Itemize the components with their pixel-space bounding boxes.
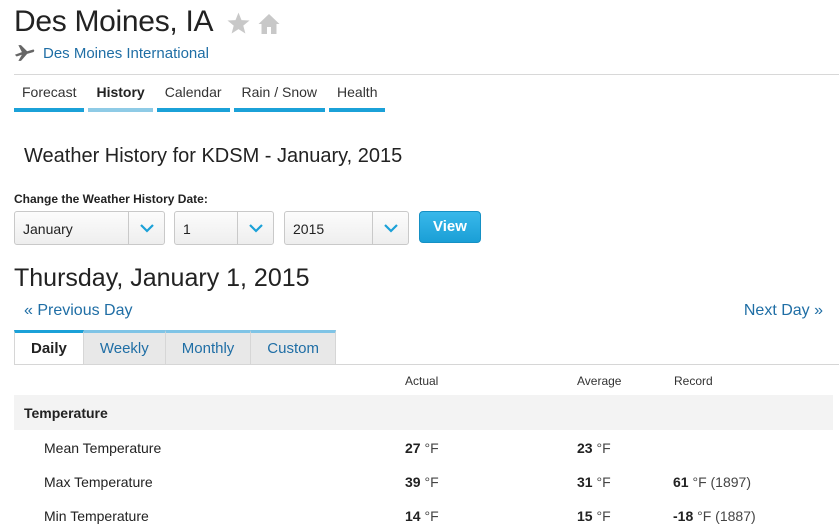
actual-value: 39 — [405, 474, 421, 490]
actual-cell: 14 °F — [405, 508, 439, 524]
table-section-row: Temperature — [14, 395, 833, 430]
nav-history[interactable]: History — [88, 84, 153, 112]
record-year: (1887) — [715, 508, 756, 524]
day-select-value: 1 — [183, 221, 191, 237]
row-label: Min Temperature — [44, 508, 149, 524]
day-select[interactable]: 1 — [174, 211, 274, 245]
unit: °F — [596, 440, 611, 456]
page-title: Des Moines, IA — [14, 5, 214, 38]
record-value: 61 — [673, 474, 689, 490]
column-header-actual: Actual — [405, 374, 439, 388]
average-cell: 23 °F — [577, 440, 611, 456]
home-icon[interactable] — [257, 12, 281, 36]
unit: °F — [692, 474, 707, 490]
airport-row: Des Moines International — [14, 43, 209, 63]
actual-value: 27 — [405, 440, 421, 456]
unit: °F — [424, 508, 439, 524]
tab-daily[interactable]: Daily — [14, 330, 84, 365]
unit: °F — [596, 474, 611, 490]
row-label: Max Temperature — [44, 474, 153, 490]
airplane-icon — [14, 45, 35, 61]
chevron-down-icon[interactable] — [237, 212, 273, 244]
column-header-average: Average — [577, 374, 622, 388]
section-nav: Forecast History Calendar Rain / Snow He… — [14, 84, 389, 112]
date-heading: Thursday, January 1, 2015 — [14, 264, 310, 292]
date-form-label: Change the Weather History Date: — [14, 192, 208, 206]
month-select[interactable]: January — [14, 211, 165, 245]
month-select-value: January — [23, 221, 73, 237]
average-cell: 15 °F — [577, 508, 611, 524]
next-day-link[interactable]: Next Day » — [744, 302, 823, 320]
tab-custom[interactable]: Custom — [251, 330, 336, 365]
chevron-down-icon[interactable] — [372, 212, 408, 244]
tab-weekly[interactable]: Weekly — [83, 330, 166, 365]
period-tabs: Daily Weekly Monthly Custom — [14, 330, 336, 365]
history-heading: Weather History for KDSM - January, 2015 — [24, 145, 403, 167]
unit: °F — [697, 508, 712, 524]
actual-value: 14 — [405, 508, 421, 524]
record-cell: 61 °F (1897) — [673, 474, 751, 490]
unit: °F — [424, 440, 439, 456]
section-label: Temperature — [24, 405, 108, 421]
nav-forecast[interactable]: Forecast — [14, 84, 85, 112]
unit: °F — [596, 508, 611, 524]
tab-monthly[interactable]: Monthly — [165, 330, 252, 365]
airport-link[interactable]: Des Moines International — [43, 45, 209, 62]
actual-cell: 39 °F — [405, 474, 439, 490]
view-button[interactable]: View — [419, 211, 481, 243]
year-select[interactable]: 2015 — [284, 211, 409, 245]
chevron-down-icon[interactable] — [128, 212, 164, 244]
record-value: -18 — [673, 508, 694, 524]
record-cell: -18 °F (1887) — [673, 508, 756, 524]
table-row: Min Temperature 14 °F 15 °F -18 °F (1887… — [14, 498, 833, 532]
previous-day-link[interactable]: « Previous Day — [24, 302, 133, 320]
row-label: Mean Temperature — [44, 440, 162, 456]
average-value: 15 — [577, 508, 593, 524]
star-icon[interactable] — [226, 11, 251, 36]
record-year: (1897) — [710, 474, 751, 490]
actual-cell: 27 °F — [405, 440, 439, 456]
divider — [14, 364, 839, 365]
table-row: Mean Temperature 27 °F 23 °F — [14, 430, 833, 464]
nav-calendar[interactable]: Calendar — [156, 84, 230, 112]
nav-rain-snow[interactable]: Rain / Snow — [233, 84, 326, 112]
divider — [14, 74, 839, 75]
average-cell: 31 °F — [577, 474, 611, 490]
unit: °F — [424, 474, 439, 490]
table-row: Max Temperature 39 °F 31 °F 61 °F (1897) — [14, 464, 833, 498]
average-value: 23 — [577, 440, 593, 456]
average-value: 31 — [577, 474, 593, 490]
year-select-value: 2015 — [293, 221, 325, 237]
column-header-record: Record — [674, 374, 713, 388]
nav-health[interactable]: Health — [329, 84, 386, 112]
